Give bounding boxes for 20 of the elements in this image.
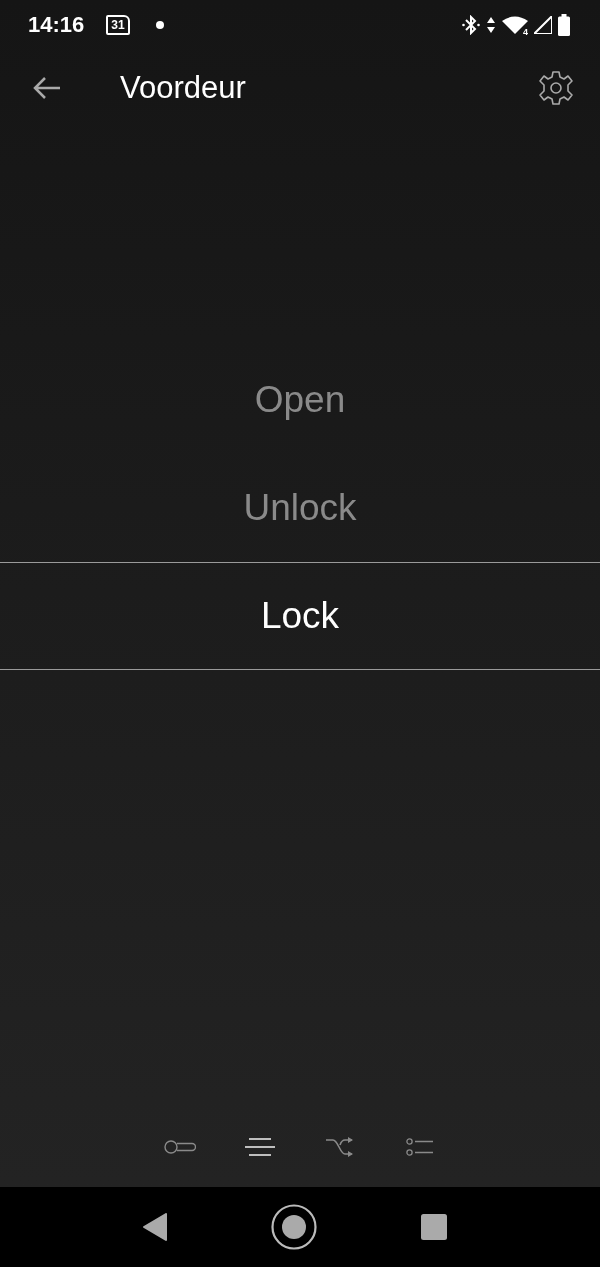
shuffle-tab-icon[interactable] [326, 1137, 354, 1157]
lines-tab-icon[interactable] [244, 1137, 276, 1157]
notification-dot-icon [155, 21, 164, 29]
back-nav-icon[interactable] [143, 1213, 167, 1241]
data-arrows-icon [486, 15, 496, 35]
screen-title: Voordeur [120, 70, 246, 106]
cell-signal-icon [534, 16, 552, 34]
home-nav-icon[interactable] [271, 1204, 317, 1250]
list-tab-icon[interactable] [406, 1138, 434, 1156]
bluetooth-icon [462, 15, 480, 35]
picker-option[interactable]: Unlock [0, 454, 600, 562]
picker-option[interactable]: Lock [0, 562, 600, 670]
status-time: 14:16 [28, 12, 85, 38]
wifi-icon: 4 [502, 15, 528, 35]
settings-icon[interactable] [538, 70, 574, 106]
toggle-tab-icon[interactable] [164, 1140, 196, 1154]
battery-icon [558, 14, 570, 36]
back-arrow-icon[interactable] [32, 76, 62, 100]
calendar-notification-icon: 31 [106, 15, 130, 35]
picker-option[interactable]: Open [0, 346, 600, 454]
